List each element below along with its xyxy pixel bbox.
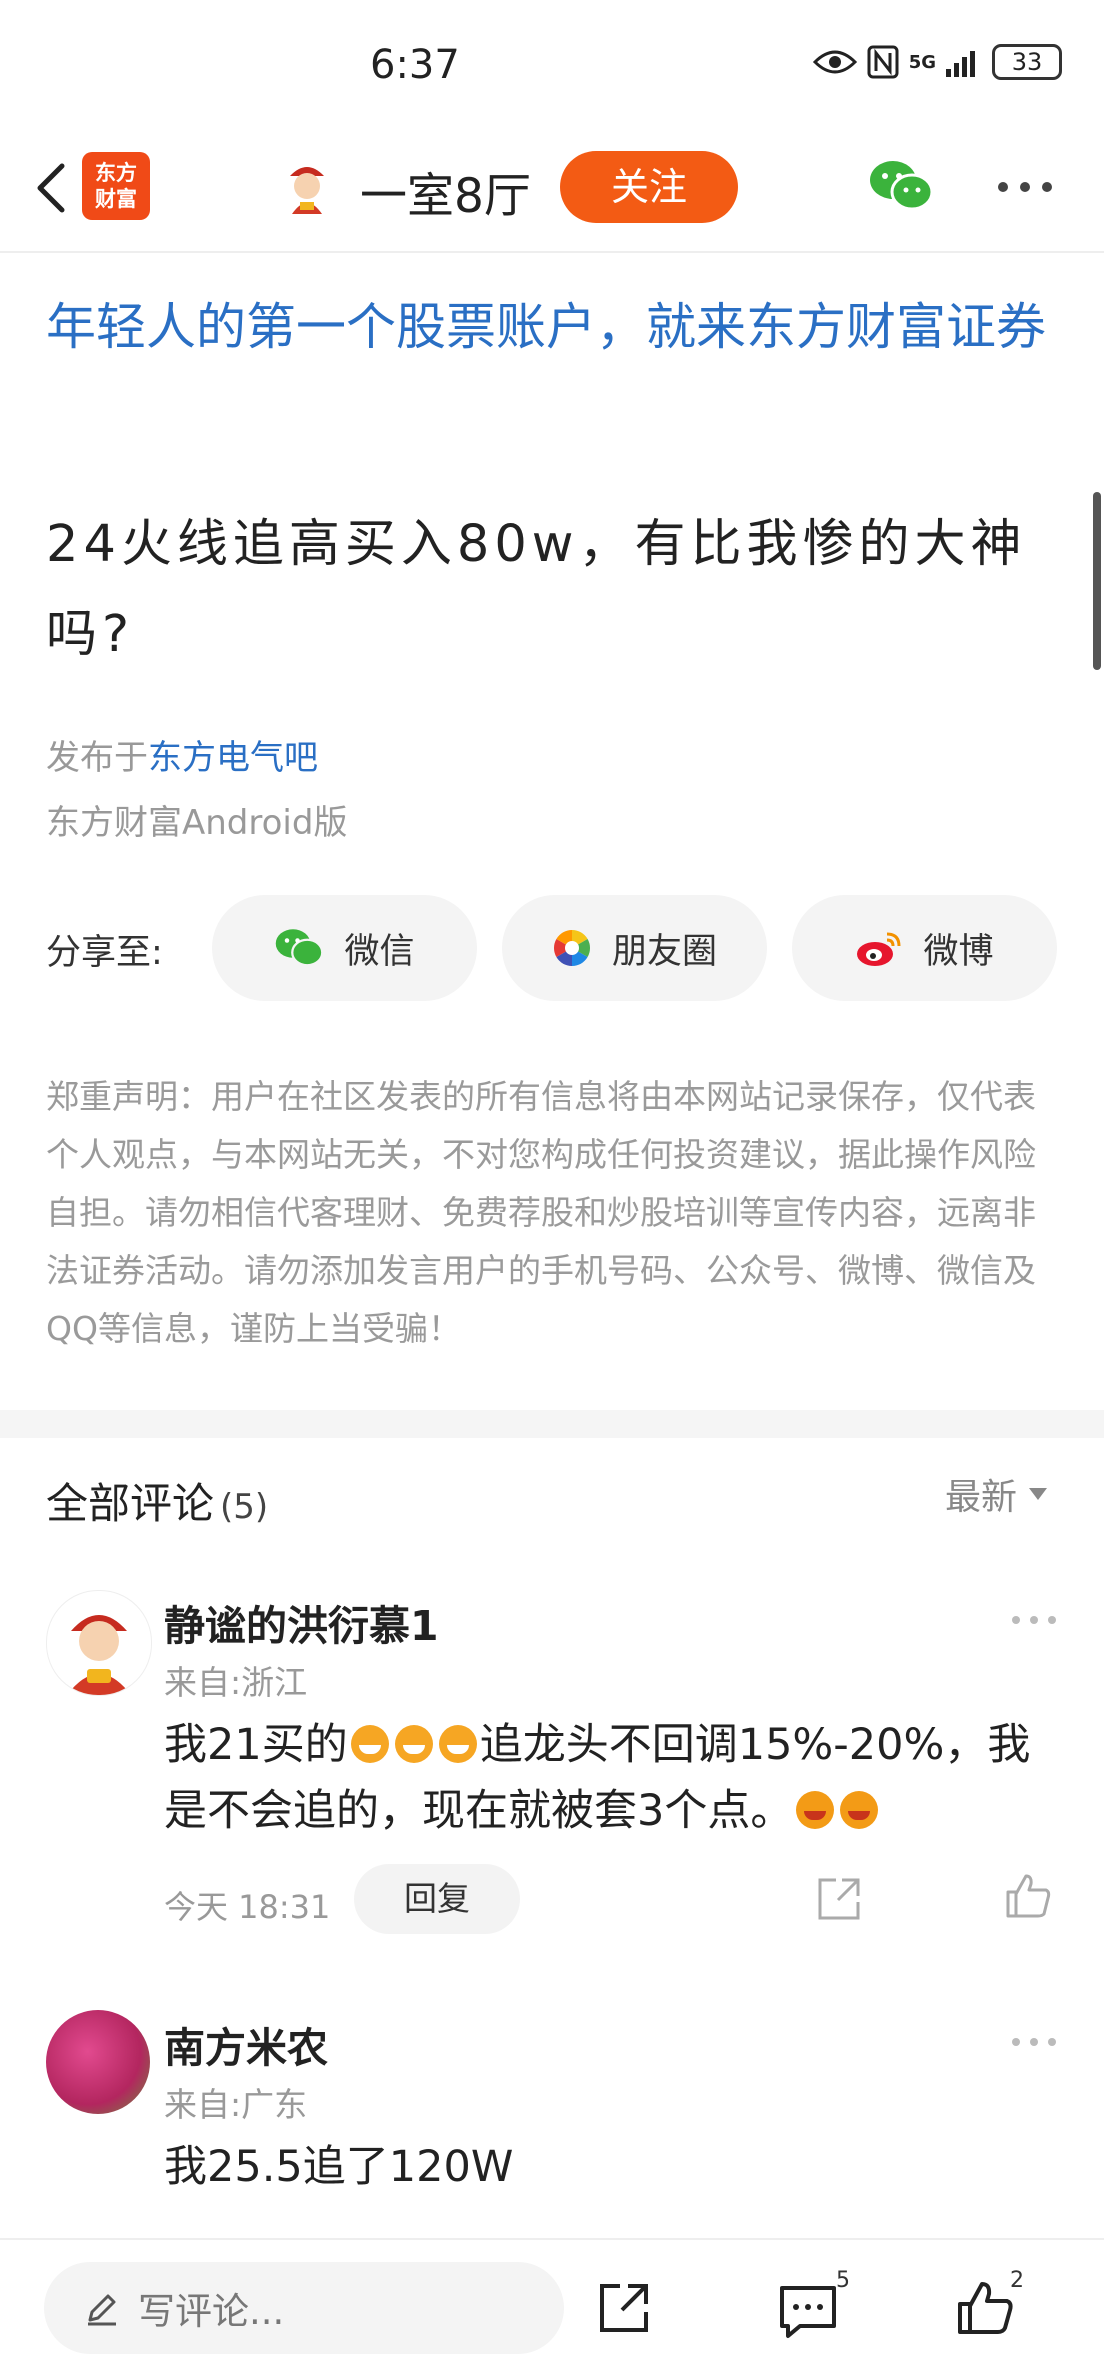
comment-more-icon[interactable] bbox=[1010, 2036, 1058, 2048]
comment-input[interactable]: 写评论... bbox=[44, 2262, 564, 2354]
post-source: 东方财富Android版 bbox=[46, 803, 348, 843]
logo-line2: 财富 bbox=[95, 187, 137, 211]
comments-count: (5) bbox=[220, 1487, 269, 1527]
published-prefix: 发布于 bbox=[46, 738, 148, 778]
comment-time: 今天 18:31 bbox=[164, 1888, 331, 1926]
logo-line1: 东方 bbox=[95, 161, 137, 185]
caishen-avatar-icon bbox=[67, 1615, 131, 1695]
author-avatar[interactable] bbox=[278, 158, 336, 216]
commenter-name[interactable]: 南方米农 bbox=[164, 2014, 328, 2074]
comment-text: 我25.5追了120W bbox=[164, 2142, 514, 2192]
share-icon[interactable] bbox=[596, 2280, 652, 2336]
share-wechat-label: 微信 bbox=[344, 931, 415, 972]
commenter-avatar[interactable] bbox=[46, 1590, 152, 1696]
section-divider bbox=[0, 1410, 1104, 1438]
bar-link[interactable]: 东方电气吧 bbox=[148, 738, 318, 778]
scrollbar[interactable] bbox=[1093, 492, 1101, 670]
sort-label: 最新 bbox=[945, 1477, 1018, 1518]
share-wechat-button[interactable]: 微信 bbox=[212, 895, 477, 1001]
app-logo[interactable]: 东方 财富 bbox=[82, 152, 150, 220]
laugh-emoji-icon bbox=[796, 1791, 835, 1829]
battery-indicator: 33 bbox=[992, 44, 1062, 80]
commenter-name[interactable]: 静谧的洪衍慕1 bbox=[164, 1592, 439, 1652]
post-title: 24火线追高买入80w，有比我惨的大神吗? bbox=[46, 515, 1027, 664]
commenter-location: 来自:浙江 bbox=[164, 1663, 308, 1702]
follow-button[interactable]: 关注 bbox=[560, 151, 738, 223]
share-weibo-label: 微博 bbox=[923, 931, 994, 972]
grin-emoji-icon bbox=[438, 1725, 477, 1763]
author-name[interactable]: 一室8厅 bbox=[360, 157, 531, 226]
back-arrow-icon[interactable] bbox=[24, 158, 84, 218]
share-icon[interactable] bbox=[816, 1876, 862, 1922]
like-icon[interactable] bbox=[956, 2280, 1014, 2336]
sort-dropdown[interactable]: 最新 bbox=[945, 1468, 1048, 1520]
thumbs-up-icon[interactable] bbox=[1004, 1872, 1052, 1920]
commenter-location: 来自:广东 bbox=[164, 2085, 308, 2124]
comment-more-icon[interactable] bbox=[1010, 1614, 1058, 1626]
commenter-avatar[interactable] bbox=[46, 2010, 150, 2114]
like-count-badge: 2 bbox=[1010, 2268, 1024, 2293]
share-moments-button[interactable]: 朋友圈 bbox=[502, 895, 767, 1001]
caret-down-icon bbox=[1029, 1488, 1048, 1500]
share-moments-label: 朋友圈 bbox=[611, 931, 717, 972]
comments-title: 全部评论 bbox=[46, 1479, 215, 1528]
status-time: 6:37 bbox=[370, 42, 460, 88]
eye-icon bbox=[812, 50, 857, 74]
moments-icon bbox=[553, 930, 590, 966]
comment-text-part1: 我21买的 bbox=[164, 1720, 348, 1770]
post-meta: 发布于东方电气吧 bbox=[46, 730, 318, 779]
more-icon[interactable] bbox=[996, 180, 1054, 194]
comment-count-badge: 5 bbox=[836, 2268, 850, 2293]
share-weibo-button[interactable]: 微博 bbox=[792, 895, 1057, 1001]
pencil-icon bbox=[88, 2294, 116, 2326]
grin-emoji-icon bbox=[394, 1725, 433, 1763]
wechat-icon[interactable] bbox=[868, 158, 934, 214]
laugh-emoji-icon bbox=[840, 1791, 879, 1829]
promo-link[interactable]: 年轻人的第一个股票账户，就来东方财富证券 bbox=[46, 288, 1062, 366]
header-divider bbox=[0, 251, 1104, 253]
share-label: 分享至: bbox=[46, 933, 163, 973]
weibo-icon bbox=[857, 932, 901, 966]
reply-button[interactable]: 回复 bbox=[354, 1864, 520, 1934]
network-label: 5G bbox=[908, 51, 936, 73]
disclaimer-text: 郑重声明：用户在社区发表的所有信息将由本网站记录保存，仅代表个人观点，与本网站无… bbox=[46, 1077, 1036, 1348]
wechat-icon bbox=[276, 929, 324, 967]
grin-emoji-icon bbox=[350, 1725, 389, 1763]
status-icons: 5G 33 bbox=[812, 44, 1062, 80]
nfc-icon bbox=[867, 45, 899, 79]
signal-icon bbox=[946, 51, 975, 77]
comments-heading: 全部评论 (5) bbox=[46, 1470, 268, 1531]
comment-icon[interactable] bbox=[778, 2284, 838, 2340]
comment-text: 我21买的 追龙头不回调15%-20%，我是不会追的，现在就被套3个点。 bbox=[164, 1712, 1064, 1844]
comment-placeholder: 写评论... bbox=[138, 2290, 285, 2333]
